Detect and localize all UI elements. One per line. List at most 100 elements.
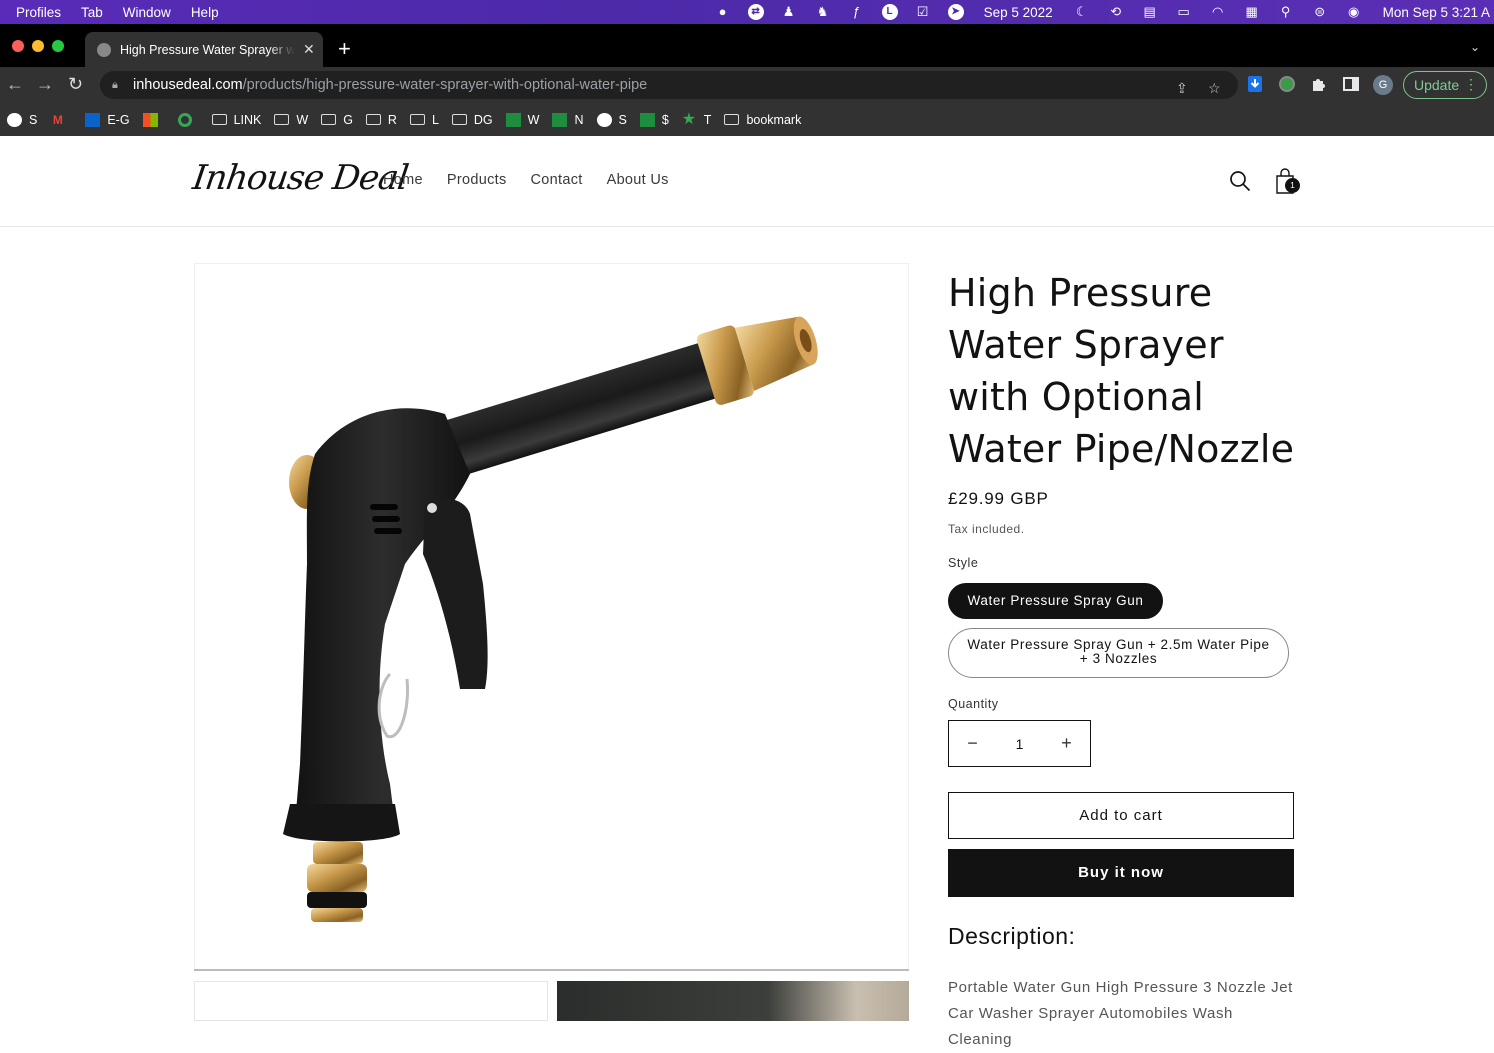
wechat-icon[interactable]: ● xyxy=(714,4,732,20)
bookmark-item[interactable] xyxy=(142,112,165,127)
bookmark-item[interactable]: E-G xyxy=(85,112,130,127)
qq-icon[interactable]: ♟ xyxy=(780,4,798,20)
bookmark-label: $ xyxy=(661,112,669,127)
bookmark-star-icon[interactable]: ☆ xyxy=(1208,80,1221,97)
quantity-decrease-button[interactable]: − xyxy=(949,733,996,754)
bookmark-item[interactable]: LINK xyxy=(211,113,261,127)
profile-avatar[interactable]: G xyxy=(1373,75,1393,95)
product-thumbnail-1[interactable] xyxy=(194,981,548,1021)
close-window-button[interactable] xyxy=(12,40,24,52)
outlook-icon xyxy=(85,112,101,127)
gmail-icon: M xyxy=(52,112,63,127)
bookmark-item[interactable]: S xyxy=(596,112,627,127)
product-image-main[interactable] xyxy=(194,263,909,970)
style-option-spray-gun-pipe-nozzles[interactable]: Water Pressure Spray Gun + 2.5m Water Pi… xyxy=(948,628,1289,678)
new-tab-button[interactable]: + xyxy=(338,38,351,60)
url-domain: inhousedeal.com xyxy=(133,77,243,93)
bookmark-item[interactable]: W xyxy=(274,113,308,127)
bookmark-item[interactable]: W xyxy=(505,112,540,127)
bookmark-item[interactable] xyxy=(177,112,199,127)
bookmark-label: W xyxy=(527,112,540,127)
quantity-stepper: − 1 + xyxy=(948,720,1091,767)
folder-icon xyxy=(211,114,227,125)
style-label: Style xyxy=(948,556,979,570)
bookmarks-bar: S M E-G LINK W G R L DG W N S $ ★ Tbookmark xyxy=(0,103,1494,136)
checkbox-icon[interactable]: ☑ xyxy=(914,4,932,20)
image-slider-track[interactable] xyxy=(194,969,909,971)
buy-now-button[interactable]: Buy it now xyxy=(948,849,1294,897)
nav-contact[interactable]: Contact xyxy=(531,172,583,188)
nav-products[interactable]: Products xyxy=(447,172,507,188)
extension-circle-icon[interactable] xyxy=(1278,75,1296,93)
search-icon[interactable] xyxy=(1229,170,1251,192)
share-icon[interactable]: ⇪ xyxy=(1176,80,1188,97)
browser-toolbar: ← → ↻ 🔒︎ inhousedeal.com/products/high-p… xyxy=(0,67,1494,103)
bookmark-item[interactable]: S xyxy=(7,112,38,127)
description-heading: Description: xyxy=(948,923,1076,949)
shortcut-icon[interactable]: ƒ xyxy=(848,4,866,20)
zoom-window-button[interactable] xyxy=(52,40,64,52)
bookmark-label: S xyxy=(618,112,627,127)
side-panel-icon[interactable] xyxy=(1342,75,1360,93)
menu-tab[interactable]: Tab xyxy=(81,5,103,20)
bookmark-label: S xyxy=(29,112,38,127)
menu-window[interactable]: Window xyxy=(123,5,171,20)
bookmark-item[interactable]: L xyxy=(409,113,439,127)
chevron-down-icon[interactable]: ⌄ xyxy=(1470,40,1480,54)
bookmark-item[interactable]: ★ T xyxy=(681,110,712,128)
quantity-label: Quantity xyxy=(948,697,999,711)
style-option-spray-gun[interactable]: Water Pressure Spray Gun xyxy=(948,583,1163,619)
add-to-cart-button[interactable]: Add to cart xyxy=(948,792,1294,839)
bookmark-item[interactable]: DG xyxy=(451,113,493,127)
direction-icon[interactable]: ➤ xyxy=(947,4,964,20)
tab-close-icon[interactable]: ✕ xyxy=(303,41,315,58)
bookmark-item[interactable]: bookmark xyxy=(724,113,801,127)
globe-icon xyxy=(7,112,22,127)
time-machine-icon[interactable]: ⟲ xyxy=(1107,4,1125,20)
spotlight-search-icon[interactable]: ⚲ xyxy=(1277,4,1295,20)
forward-icon[interactable]: → xyxy=(36,75,54,93)
bookmark-item[interactable]: N xyxy=(552,112,584,127)
address-bar[interactable]: 🔒︎ inhousedeal.com/products/high-pressur… xyxy=(100,71,1238,99)
globe-icon xyxy=(97,42,111,57)
battery-icon[interactable]: ▭ xyxy=(1175,4,1193,20)
minimize-window-button[interactable] xyxy=(32,40,44,52)
browser-tab-active[interactable]: High Pressure Water Sprayer w ✕ xyxy=(85,32,323,67)
nav-home[interactable]: Home xyxy=(383,172,423,188)
description-text: Portable Water Gun High Pressure 3 Nozzl… xyxy=(948,979,1293,1048)
quantity-increase-button[interactable]: + xyxy=(1043,733,1090,754)
siri-icon[interactable]: ◉ xyxy=(1345,4,1363,20)
site-logo[interactable]: Inhouse Deal xyxy=(190,158,410,198)
menu-help[interactable]: Help xyxy=(191,5,219,20)
product-thumbnail-2[interactable] xyxy=(557,981,909,1021)
download-icon[interactable] xyxy=(1246,75,1264,93)
url-path: /products/high-pressure-water-sprayer-wi… xyxy=(242,77,648,93)
control-center-icon[interactable]: ⊜ xyxy=(1311,4,1329,20)
bookmark-item[interactable]: R xyxy=(365,113,397,127)
menu-profiles[interactable]: Profiles xyxy=(16,5,61,20)
wifi-icon[interactable]: ◠ xyxy=(1209,4,1227,20)
main-nav: Home Products Contact About Us xyxy=(383,172,693,188)
nav-about-us[interactable]: About Us xyxy=(607,172,669,188)
reload-icon[interactable]: ↻ xyxy=(68,75,83,93)
viking-icon[interactable]: ♞ xyxy=(814,4,832,20)
bookmark-item[interactable]: $ xyxy=(639,112,669,127)
bookmark-item[interactable]: M xyxy=(50,113,72,127)
bookmark-label: bookmark xyxy=(746,112,802,127)
teamviewer-icon[interactable]: ⇄ xyxy=(747,4,764,20)
menubar-clock: Mon Sep 5 3:21 A xyxy=(1382,4,1490,20)
keyboard-icon[interactable]: ▦ xyxy=(1243,4,1261,20)
puzzle-icon[interactable] xyxy=(1310,75,1328,93)
back-icon[interactable]: ← xyxy=(6,75,24,93)
quantity-input[interactable]: 1 xyxy=(996,736,1043,752)
star-icon: ★ xyxy=(681,110,697,128)
cart-count-badge: 1 xyxy=(1285,178,1300,193)
moon-icon[interactable]: ☾ xyxy=(1073,4,1091,20)
folder-icon xyxy=(274,114,290,125)
bookmark-item[interactable]: G xyxy=(321,113,353,127)
more-options-icon[interactable]: ⋮ xyxy=(1464,76,1478,93)
line-icon[interactable]: L xyxy=(881,4,898,20)
grammarly-icon xyxy=(177,112,192,127)
flag-icon[interactable]: ▤ xyxy=(1141,4,1159,20)
update-button[interactable]: Update ⋮ xyxy=(1403,71,1487,99)
